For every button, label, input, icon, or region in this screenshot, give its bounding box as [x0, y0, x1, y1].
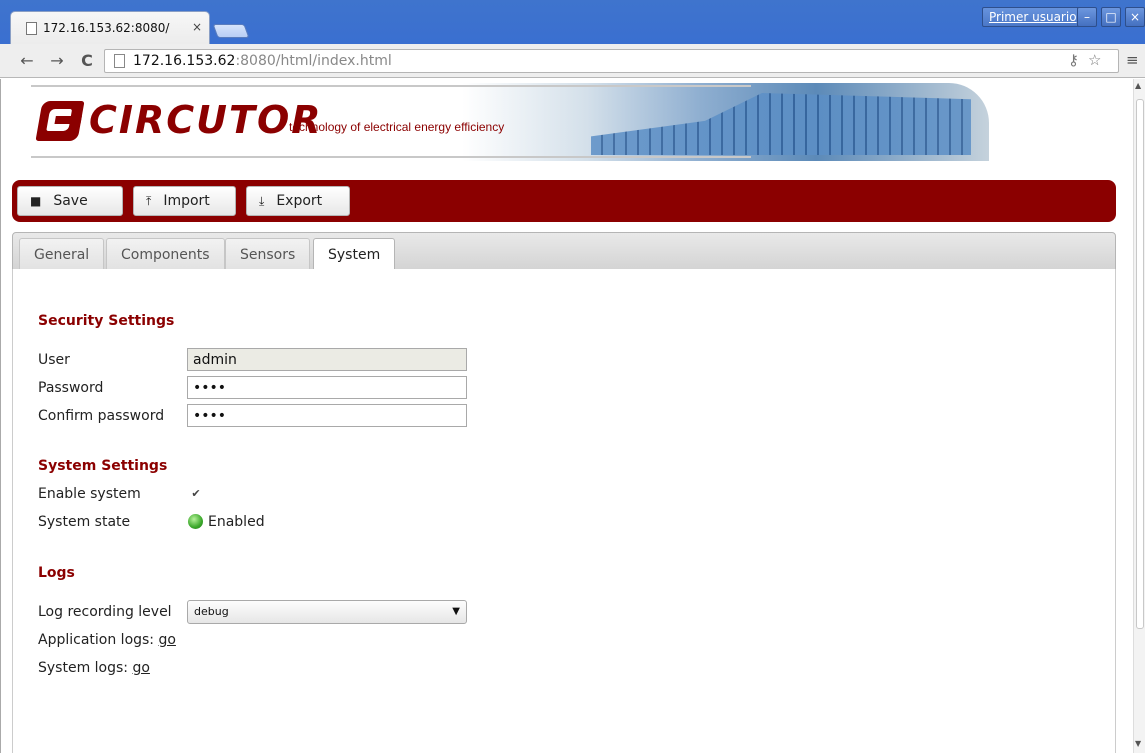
address-bar[interactable]: 172.16.153.62:8080/html/index.html	[104, 49, 1119, 73]
banner-divider	[31, 156, 751, 158]
save-label: Save	[53, 193, 88, 209]
log-level-select[interactable]: debug ▼	[187, 600, 467, 624]
profile-button[interactable]: Primer usuario	[982, 7, 1084, 27]
tab-system[interactable]: System	[313, 238, 396, 272]
application-logs-label: Application logs:	[38, 632, 155, 648]
save-button[interactable]: ■ Save	[17, 186, 123, 216]
system-logs-link[interactable]: go	[132, 660, 149, 676]
tab-general[interactable]: General	[19, 238, 105, 271]
confirm-password-label: Confirm password	[38, 408, 165, 424]
action-bar: ■ Save ⤒ Import ⤓ Export	[12, 180, 1116, 222]
application-logs-row: Application logs: go	[38, 632, 176, 648]
system-logs-label: System logs:	[38, 660, 129, 676]
export-label: Export	[276, 193, 323, 209]
save-icon: ■	[30, 194, 42, 208]
logs-heading: Logs	[38, 565, 75, 581]
key-icon[interactable]: ⚷	[1068, 51, 1079, 69]
scroll-thumb[interactable]	[1136, 99, 1144, 629]
settings-tabbar: General Components Sensors System	[12, 232, 1116, 272]
tab-close-icon[interactable]: ×	[192, 20, 202, 34]
system-panel	[12, 269, 1116, 753]
page-icon	[114, 54, 125, 68]
brand-tagline: technology of electrical energy efficien…	[289, 120, 505, 134]
password-label: Password	[38, 380, 104, 396]
browser-tab-title: 172.16.153.62:8080/	[43, 21, 170, 35]
log-level-label: Log recording level	[38, 604, 172, 620]
scroll-down-icon[interactable]: ▼	[1135, 739, 1141, 748]
system-state-value: Enabled	[208, 514, 265, 530]
page-favicon-icon	[26, 22, 37, 35]
export-button[interactable]: ⤓ Export	[246, 186, 350, 216]
import-button[interactable]: ⤒ Import	[133, 186, 236, 216]
maximize-button[interactable]: □	[1101, 7, 1121, 27]
page-scrollbar[interactable]: ▲ ▼	[1133, 79, 1145, 753]
brand-name: CIRCUTOR	[89, 98, 323, 142]
tab-sensors[interactable]: Sensors	[225, 238, 311, 271]
system-logs-row: System logs: go	[38, 660, 150, 676]
confirm-password-field[interactable]	[187, 404, 467, 427]
address-url: 172.16.153.62:8080/html/index.html	[133, 53, 392, 69]
export-icon: ⤓	[259, 194, 265, 208]
user-label: User	[38, 352, 70, 368]
menu-icon[interactable]: ≡	[1126, 51, 1139, 69]
security-settings-heading: Security Settings	[38, 313, 175, 329]
system-settings-heading: System Settings	[38, 458, 168, 474]
browser-toolbar: ← → C 172.16.153.62:8080/html/index.html…	[0, 44, 1145, 78]
tab-components[interactable]: Components	[106, 238, 225, 271]
status-led-icon	[188, 514, 203, 529]
scroll-up-icon[interactable]: ▲	[1135, 81, 1141, 90]
system-state-label: System state	[38, 514, 131, 530]
header-banner: CIRCUTOR technology of electrical energy…	[31, 83, 989, 161]
browser-tab[interactable]: 172.16.153.62:8080/ ×	[10, 11, 210, 44]
import-label: Import	[163, 193, 210, 209]
user-field[interactable]	[187, 348, 467, 371]
new-tab-button[interactable]	[212, 24, 250, 38]
circutor-logo-icon	[35, 101, 85, 141]
password-field[interactable]	[187, 376, 467, 399]
banner-divider	[31, 85, 751, 87]
minimize-button[interactable]: –	[1077, 7, 1097, 27]
import-icon: ⤒	[146, 194, 152, 208]
forward-icon[interactable]: →	[48, 51, 66, 70]
enable-system-checkbox[interactable]: ✔	[190, 488, 202, 500]
browser-tabstrip: 172.16.153.62:8080/ × Primer usuario – □…	[0, 0, 1145, 44]
reload-icon[interactable]: C	[78, 51, 96, 70]
enable-system-label: Enable system	[38, 486, 141, 502]
back-icon[interactable]: ←	[18, 51, 36, 70]
close-window-button[interactable]: ×	[1125, 7, 1145, 27]
page-content: CIRCUTOR technology of electrical energy…	[0, 79, 1133, 753]
application-logs-link[interactable]: go	[158, 632, 175, 648]
building-image	[591, 93, 971, 155]
log-level-value: debug	[194, 605, 229, 618]
dropdown-arrow-icon: ▼	[452, 606, 460, 617]
bookmark-star-icon[interactable]: ☆	[1088, 51, 1101, 69]
